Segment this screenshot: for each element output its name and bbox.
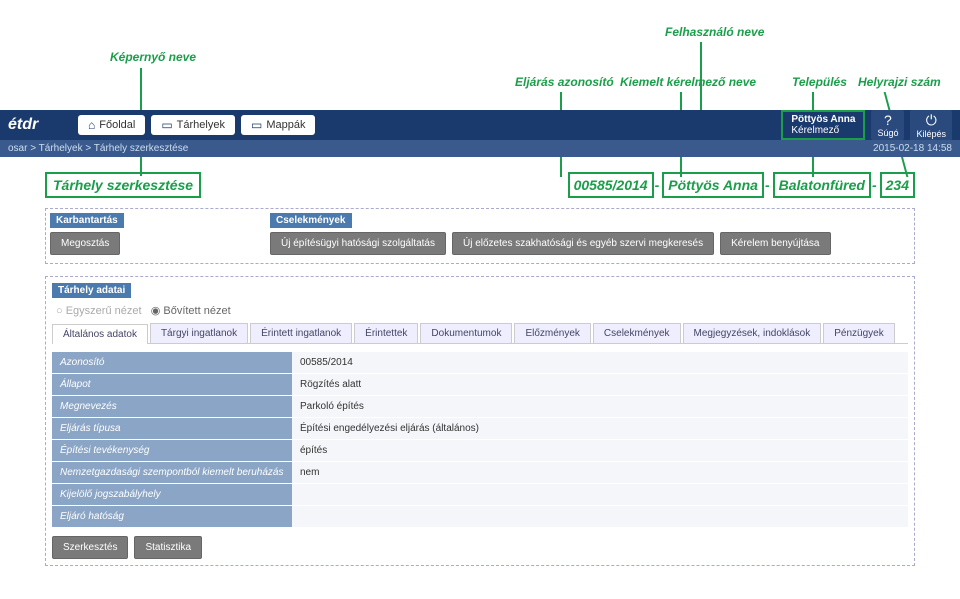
panel-maintenance: Karbantartás Megosztás — [50, 213, 250, 259]
title-city: Balatonfüred — [773, 172, 871, 198]
new-service-button[interactable]: Új építésügyi hatósági szolgáltatás — [270, 232, 446, 255]
edit-button[interactable]: Szerkesztés — [52, 536, 128, 559]
table-row: ÁllapotRögzítés alatt — [52, 374, 908, 396]
tab-affected-props[interactable]: Érintett ingatlanok — [250, 323, 352, 343]
cell-key: Nemzetgazdasági szempontból kiemelt beru… — [52, 462, 292, 483]
tab-history[interactable]: Előzmények — [514, 323, 590, 343]
table-row: Kijelölő jogszabályhely — [52, 484, 908, 506]
help-label: Súgó — [877, 128, 898, 138]
table-row: Építési tevékenységépítés — [52, 440, 908, 462]
title-case-id: 00585/2014 — [568, 172, 654, 198]
nav-label: Mappák — [266, 119, 305, 131]
view-expanded-label: Bővített nézet — [163, 305, 230, 317]
cell-key: Azonosító — [52, 352, 292, 373]
cell-val — [292, 484, 908, 505]
folder-icon: ▭ — [251, 118, 262, 132]
tab-parties[interactable]: Érintettek — [354, 323, 418, 343]
panel-actions: Cselekmények Új építésügyi hatósági szol… — [270, 213, 910, 259]
cell-val — [292, 506, 908, 527]
nav-home-button[interactable]: ⌂ Főoldal — [78, 115, 145, 135]
user-box[interactable]: Pöttyös Anna Kérelmező — [781, 110, 865, 140]
table-row: MegnevezésParkoló építés — [52, 396, 908, 418]
cell-key: Állapot — [52, 374, 292, 395]
app-logo: étdr — [8, 116, 78, 134]
timestamp: 2015-02-18 14:58 — [873, 143, 952, 154]
briefcase-icon: ▭ — [161, 118, 172, 132]
title-row: Tárhely szerkesztése 00585/2014 - Pöttyö… — [0, 162, 960, 208]
cell-key: Kijelölő jogszabályhely — [52, 484, 292, 505]
submit-request-button[interactable]: Kérelem benyújtása — [720, 232, 830, 255]
dash: - — [764, 177, 771, 193]
title-applicant: Pöttyös Anna — [662, 172, 764, 198]
annotation-case-id: Eljárás azonosító — [515, 75, 614, 89]
screen-title: Tárhely szerkesztése — [45, 172, 201, 198]
tabs: Általános adatok Tárgyi ingatlanok Érint… — [52, 323, 908, 344]
cell-key: Eljáró hatóság — [52, 506, 292, 527]
card-title: Tárhely adatai — [52, 283, 131, 298]
table-row: Eljárás típusaÉpítési engedélyezési eljá… — [52, 418, 908, 440]
cell-val: építés — [292, 440, 908, 461]
annotation-applicant: Kiemelt kérelmező neve — [620, 75, 756, 89]
logout-button[interactable]: ⏻Kilépés — [910, 110, 952, 141]
tab-actions[interactable]: Cselekmények — [593, 323, 681, 343]
cell-val: Építési engedélyezési eljárás (általános… — [292, 418, 908, 439]
annotation-parcel: Helyrajzi szám — [858, 75, 941, 89]
view-toggle: ○ Egyszerű nézet ◉ Bővített nézet — [52, 298, 908, 323]
help-icon: ? — [877, 112, 898, 128]
title-parcel: 234 — [880, 172, 915, 198]
nav-label: Tárhelyek — [177, 119, 225, 131]
nav-folders-button[interactable]: ▭ Mappák — [241, 115, 315, 135]
logout-label: Kilépés — [916, 129, 946, 139]
user-role: Kérelmező — [791, 125, 855, 136]
tab-general[interactable]: Általános adatok — [52, 324, 148, 344]
table-row: Azonosító00585/2014 — [52, 352, 908, 374]
stats-button[interactable]: Statisztika — [134, 536, 202, 559]
annotation-city: Település — [792, 75, 847, 89]
cell-key: Eljárás típusa — [52, 418, 292, 439]
view-simple-label: Egyszerű nézet — [66, 305, 142, 317]
storage-details-card: Tárhely adatai ○ Egyszerű nézet ◉ Bővíte… — [45, 276, 915, 566]
nav-label: Főoldal — [99, 119, 135, 131]
share-button[interactable]: Megosztás — [50, 232, 120, 255]
table-row: Eljáró hatóság — [52, 506, 908, 528]
details-table: Azonosító00585/2014 ÁllapotRögzítés alat… — [52, 352, 908, 528]
panel-title: Karbantartás — [50, 213, 124, 228]
dash: - — [871, 177, 878, 193]
cell-val: nem — [292, 462, 908, 483]
dash: - — [654, 177, 661, 193]
tab-notes[interactable]: Megjegyzések, indoklások — [683, 323, 822, 343]
tab-documents[interactable]: Dokumentumok — [420, 323, 512, 343]
radio-simple[interactable]: ○ — [56, 305, 66, 317]
radio-expanded[interactable]: ◉ — [151, 305, 164, 317]
panel-title: Cselekmények — [270, 213, 352, 228]
power-icon: ⏻ — [916, 112, 946, 129]
cell-val: 00585/2014 — [292, 352, 908, 373]
breadcrumb-text[interactable]: osar > Tárhelyek > Tárhely szerkesztése — [8, 143, 188, 154]
user-name: Pöttyös Anna — [791, 114, 855, 125]
annotation-screen-name: Képernyő neve — [110, 50, 196, 64]
app-header: étdr ⌂ Főoldal ▭ Tárhelyek ▭ Mappák Pöttyös… — [0, 110, 960, 140]
table-row: Nemzetgazdasági szempontból kiemelt beru… — [52, 462, 908, 484]
top-panels: Karbantartás Megosztás Cselekmények Új é… — [45, 208, 915, 264]
nav-storages-button[interactable]: ▭ Tárhelyek — [151, 115, 235, 135]
new-preliminary-button[interactable]: Új előzetes szakhatósági és egyéb szervi… — [452, 232, 714, 255]
cell-val: Parkoló építés — [292, 396, 908, 417]
cell-val: Rögzítés alatt — [292, 374, 908, 395]
tab-subject-props[interactable]: Tárgyi ingatlanok — [150, 323, 248, 343]
help-button[interactable]: ?Súgó — [871, 110, 904, 140]
cell-key: Megnevezés — [52, 396, 292, 417]
annotation-user-name: Felhasználó neve — [665, 25, 764, 39]
home-icon: ⌂ — [88, 118, 95, 132]
cell-key: Építési tevékenység — [52, 440, 292, 461]
tab-finance[interactable]: Pénzügyek — [823, 323, 894, 343]
breadcrumb: osar > Tárhelyek > Tárhely szerkesztése … — [0, 140, 960, 157]
